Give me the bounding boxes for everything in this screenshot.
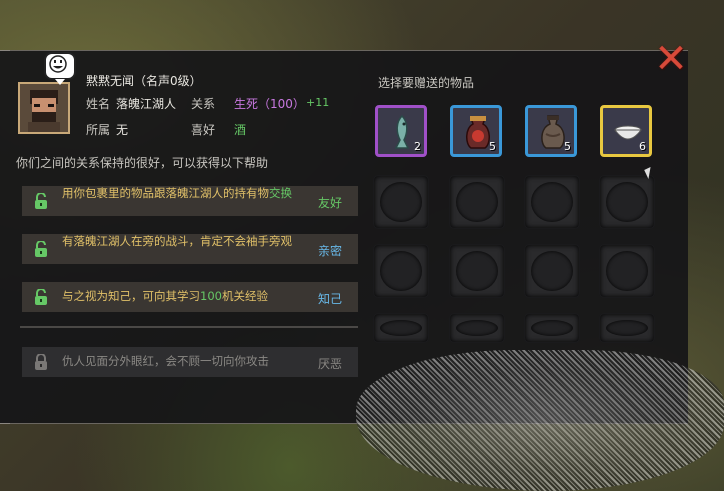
gift-title: 选择要赠送的物品 bbox=[378, 76, 475, 90]
empty-slot[interactable] bbox=[373, 313, 429, 343]
empty-slot[interactable] bbox=[373, 175, 429, 229]
npc-name-line: 黙黙无闻（名声0级） bbox=[86, 74, 202, 88]
unlock-icon bbox=[35, 193, 47, 209]
relation-intro: 你们之间的关系保持的很好，可以获得以下帮助 bbox=[16, 156, 269, 170]
item-count: 6 bbox=[639, 140, 646, 153]
name-label: 姓名 bbox=[86, 97, 111, 111]
empty-slot[interactable] bbox=[373, 244, 429, 298]
relation-value: 生死（100） bbox=[234, 97, 305, 111]
gift-item-fish[interactable]: 2 bbox=[375, 105, 427, 157]
help-text: 用你包裹里的物品跟落魄江湖人的持有物交换 bbox=[62, 186, 292, 200]
help-text: 有落魄江湖人在旁的战斗，肯定不会袖手旁观 bbox=[62, 234, 292, 248]
panel-corner bbox=[0, 50, 10, 61]
faction-label: 所属 bbox=[86, 123, 111, 137]
help-item-trade: 用你包裹里的物品跟落魄江湖人的持有物交换 友好 bbox=[22, 186, 358, 216]
relation-bonus: +11 bbox=[306, 96, 330, 109]
empty-slot[interactable] bbox=[524, 244, 580, 298]
empty-slot[interactable] bbox=[449, 313, 505, 343]
name-value: 落魄江湖人 bbox=[116, 97, 177, 111]
help-text: 与之视为知己，可向其学习100机关经验 bbox=[62, 289, 268, 303]
item-count: 5 bbox=[564, 140, 571, 153]
lock-icon bbox=[35, 354, 47, 370]
likes-label: 喜好 bbox=[191, 123, 216, 137]
level-label: 知己 bbox=[318, 292, 343, 306]
help-item-hostile: 仇人见面分外眼红，会不顾一切向你攻击 厌恶 bbox=[22, 347, 358, 377]
level-label: 亲密 bbox=[318, 244, 343, 258]
gift-item-bowl[interactable]: 6 bbox=[600, 105, 652, 157]
empty-slot[interactable] bbox=[524, 313, 580, 343]
close-icon[interactable]: ✕ bbox=[654, 39, 688, 79]
empty-slot[interactable] bbox=[599, 244, 655, 298]
empty-slot[interactable] bbox=[599, 313, 655, 343]
level-label: 友好 bbox=[318, 196, 343, 210]
item-count: 5 bbox=[489, 140, 496, 153]
divider bbox=[20, 326, 358, 328]
empty-slot[interactable] bbox=[449, 244, 505, 298]
help-text: 仇人见面分外眼红，会不顾一切向你攻击 bbox=[62, 354, 269, 368]
help-item-learn: 与之视为知己，可向其学习100机关经验 知己 bbox=[22, 282, 358, 312]
avatar bbox=[18, 82, 70, 134]
help-item-assist: 有落魄江湖人在旁的战斗，肯定不会袖手旁观 亲密 bbox=[22, 234, 358, 264]
level-label: 厌恶 bbox=[318, 357, 343, 371]
faction-value: 无 bbox=[116, 123, 129, 137]
empty-slot[interactable] bbox=[449, 175, 505, 229]
empty-slot[interactable] bbox=[599, 175, 655, 229]
likes-value: 酒 bbox=[234, 123, 247, 137]
empty-slot[interactable] bbox=[524, 175, 580, 229]
emote-bubble-icon bbox=[44, 52, 76, 85]
unlock-icon bbox=[35, 241, 47, 257]
relation-label: 关系 bbox=[191, 97, 216, 111]
unlock-icon bbox=[35, 289, 47, 305]
gift-item-clay-pot[interactable]: 5 bbox=[525, 105, 577, 157]
panel-corner bbox=[0, 413, 10, 424]
gift-item-wine-jar[interactable]: 5 bbox=[450, 105, 502, 157]
item-count: 2 bbox=[414, 140, 421, 153]
